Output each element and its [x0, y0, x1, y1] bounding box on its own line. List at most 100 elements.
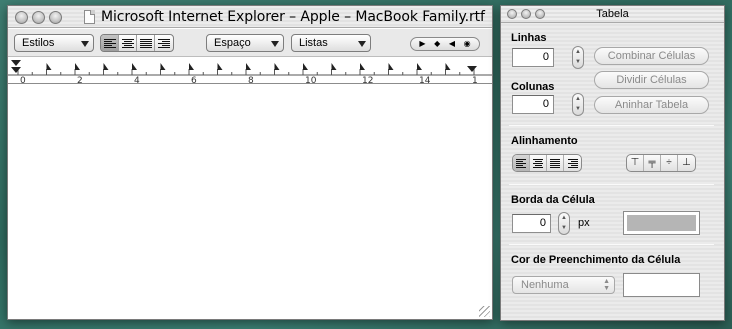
- tab-stop-marker[interactable]: [331, 63, 337, 70]
- ruler-label: 14: [419, 76, 431, 84]
- fill-color-well[interactable]: [623, 273, 700, 297]
- tab-stop-marker[interactable]: [360, 63, 365, 70]
- tab-stop-marker[interactable]: [388, 63, 394, 70]
- spacing-popup-label: Espaço: [214, 37, 251, 49]
- border-color-well[interactable]: [623, 211, 700, 235]
- lists-popup-label: Listas: [299, 37, 328, 49]
- valign-top-button[interactable]: ⊤: [627, 155, 644, 171]
- tab-stop-marker[interactable]: [246, 63, 251, 70]
- cell-align-justify-button[interactable]: [547, 155, 564, 171]
- ruler-label: 1: [472, 76, 478, 84]
- align-left-button[interactable]: [101, 35, 119, 51]
- cell-align-left-button[interactable]: [513, 155, 530, 171]
- back-icon[interactable]: ◀: [449, 38, 455, 50]
- cell-align-center-button[interactable]: [530, 155, 547, 171]
- cell-align-right-button[interactable]: [564, 155, 581, 171]
- tab-stop-marker[interactable]: [217, 63, 223, 70]
- document-title-bar[interactable]: Microsoft Internet Explorer – Apple – Ma…: [8, 6, 492, 28]
- minimize-button[interactable]: [32, 11, 45, 24]
- valign-middle-icon: ╤: [648, 157, 656, 168]
- rows-stepper[interactable]: ▲ ▼: [572, 46, 584, 69]
- text-alignment-control: [100, 34, 174, 52]
- updown-arrows-icon: ▲ ▼: [603, 278, 610, 292]
- fill-style-popup[interactable]: Nenhuma ▲ ▼: [512, 276, 615, 294]
- rows-input[interactable]: 0: [512, 48, 554, 67]
- merge-cells-button[interactable]: Combinar Células: [594, 47, 709, 65]
- nest-table-button[interactable]: Aninhar Tabela: [594, 96, 709, 114]
- document-body[interactable]: [8, 85, 492, 319]
- resize-handle-icon[interactable]: [479, 306, 490, 317]
- align-justify-icon: [139, 38, 152, 48]
- document-window: Microsoft Internet Explorer – Apple – Ma…: [7, 5, 493, 320]
- border-width-input[interactable]: 0: [512, 214, 551, 233]
- columns-stepper[interactable]: ▲ ▼: [572, 93, 584, 116]
- cell-vertical-alignment-control: ⊤ ╤ ÷ ⊥: [626, 154, 696, 172]
- columns-label: Colunas: [511, 81, 555, 93]
- columns-input[interactable]: 0: [512, 95, 554, 114]
- window-controls: [15, 11, 66, 24]
- lists-popup[interactable]: Listas: [291, 34, 371, 52]
- table-palette: Tabela Linhas 0 ▲ ▼ Colunas 0 ▲ ▼ Combinar…: [500, 5, 725, 321]
- tab-stop-marker[interactable]: [417, 63, 422, 70]
- palette-title-bar[interactable]: Tabela: [501, 6, 724, 23]
- window-title: Microsoft Internet Explorer – Apple – Ma…: [101, 9, 485, 25]
- first-line-indent-marker[interactable]: [11, 60, 21, 66]
- tab-stop-marker[interactable]: [160, 63, 166, 70]
- zoom-button[interactable]: [49, 11, 62, 24]
- formatting-toolbar: Estilos Espaço Listas ▶ ◆ ◀ ◉: [8, 29, 492, 57]
- align-center-button[interactable]: [119, 35, 137, 51]
- styles-popup[interactable]: Estilos: [14, 34, 94, 52]
- split-cells-button[interactable]: Dividir Células: [594, 71, 709, 89]
- tab-stop-marker[interactable]: [303, 63, 308, 70]
- ruler[interactable]: 0 2 4 6 8 10 12 14 1: [8, 58, 492, 84]
- tab-stop-marker[interactable]: [274, 63, 280, 70]
- valign-baseline-button[interactable]: ÷: [661, 155, 678, 171]
- left-indent-marker[interactable]: [11, 67, 21, 73]
- align-justify-button[interactable]: [137, 35, 155, 51]
- cell-horizontal-alignment-control: [512, 154, 582, 172]
- section-divider: [509, 125, 714, 126]
- ruler-scale: 0 2 4 6 8 10 12 14 1: [8, 60, 492, 84]
- section-divider: [509, 184, 714, 185]
- record-icon[interactable]: ◉: [464, 38, 471, 50]
- ruler-label: 10: [305, 76, 317, 84]
- align-justify-icon: [550, 158, 560, 168]
- rows-label: Linhas: [511, 32, 547, 44]
- diamond-icon[interactable]: ◆: [434, 38, 440, 50]
- styles-popup-label: Estilos: [22, 37, 55, 49]
- right-indent-marker[interactable]: [467, 66, 477, 72]
- tab-stop-marker[interactable]: [189, 63, 194, 70]
- chevron-down-icon: [358, 41, 366, 47]
- tab-stop-marker[interactable]: [46, 63, 52, 70]
- document-proxy-icon[interactable]: [84, 10, 95, 24]
- valign-top-icon: ⊤: [630, 157, 640, 168]
- play-icon[interactable]: ▶: [419, 38, 425, 50]
- ruler-label: 12: [362, 76, 373, 84]
- fill-style-value: Nenhuma: [521, 279, 569, 291]
- ruler-label: 8: [248, 76, 254, 84]
- cell-fill-label: Cor de Preenchimento da Célula: [511, 254, 681, 266]
- ruler-label: 2: [77, 76, 83, 84]
- valign-middle-button[interactable]: ╤: [644, 155, 661, 171]
- fill-color-swatch: [627, 277, 696, 293]
- valign-baseline-icon: ÷: [666, 157, 672, 168]
- ruler-label: 0: [20, 76, 26, 84]
- tab-stop-marker[interactable]: [103, 63, 109, 70]
- valign-bottom-button[interactable]: ⊥: [678, 155, 695, 171]
- align-left-icon: [516, 158, 526, 168]
- tab-stop-marker[interactable]: [75, 63, 80, 70]
- tab-stop-marker[interactable]: [132, 63, 137, 70]
- border-width-stepper[interactable]: ▲ ▼: [558, 212, 570, 235]
- align-center-icon: [121, 38, 134, 48]
- border-unit-label: px: [578, 217, 590, 229]
- close-button[interactable]: [15, 11, 28, 24]
- border-color-swatch: [627, 215, 696, 231]
- spacing-popup[interactable]: Espaço: [206, 34, 284, 52]
- chevron-down-icon: [81, 41, 89, 47]
- ruler-label: 4: [134, 76, 140, 84]
- align-right-icon: [567, 158, 578, 168]
- align-right-button[interactable]: [155, 35, 173, 51]
- tab-stop-marker[interactable]: [445, 63, 451, 70]
- section-divider: [509, 244, 714, 245]
- alignment-label: Alinhamento: [511, 135, 578, 147]
